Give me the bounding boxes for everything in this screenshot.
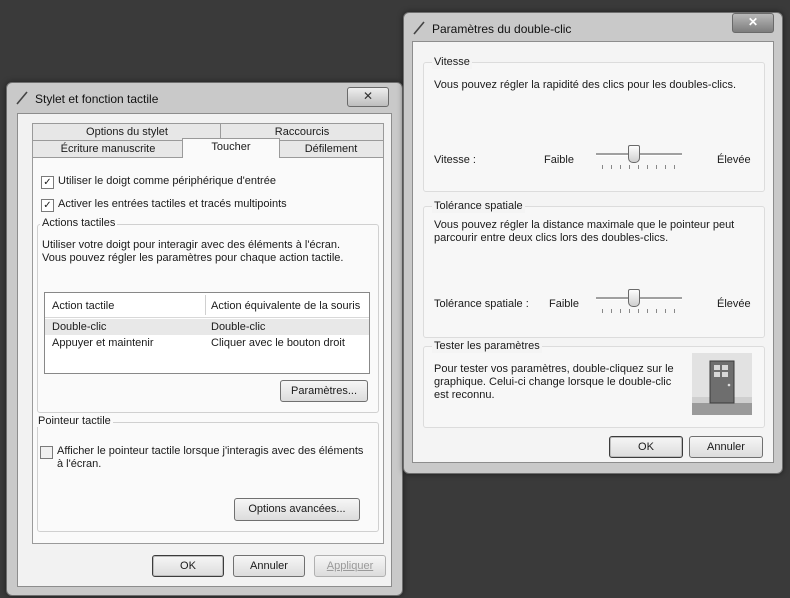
tolerance-low-label: Faible xyxy=(549,298,579,310)
tab-handwriting[interactable]: Écriture manuscrite xyxy=(32,140,184,157)
slider-thumb[interactable] xyxy=(628,145,640,163)
column-divider xyxy=(205,295,206,315)
checkmark-icon: ✓ xyxy=(41,199,54,212)
speed-high-label: Élevée xyxy=(717,154,751,166)
close-button[interactable]: ✕ xyxy=(732,13,774,33)
cell: Double-clic xyxy=(52,321,107,333)
label-line: à l'écran. xyxy=(57,458,102,470)
tolerance-high-label: Élevée xyxy=(717,298,751,310)
title-bar[interactable]: Paramètres du double-clic ✕ xyxy=(404,13,782,43)
description-line: parcourir entre deux clics lors des doub… xyxy=(434,232,669,244)
touch-pointer-group: Pointeur tactile Afficher le pointeur ta… xyxy=(36,415,379,532)
tab-touch[interactable]: Toucher xyxy=(182,138,280,158)
checkbox-label: Utiliser le doigt comme périphérique d'e… xyxy=(58,175,276,187)
column-header[interactable]: Action équivalente de la souris xyxy=(211,300,360,313)
list-header: Action tactile Action équivalente de la … xyxy=(45,293,369,318)
settings-button[interactable]: Paramètres... xyxy=(280,380,368,402)
double-click-settings-window: Paramètres du double-clic ✕ Vitesse Vous… xyxy=(403,12,783,474)
description-line: graphique. Celui-ci change lorsque le do… xyxy=(434,376,672,388)
pen-icon xyxy=(16,91,28,105)
tab-scrolling[interactable]: Défilement xyxy=(278,140,384,157)
close-icon: ✕ xyxy=(362,89,374,103)
pen-touch-window: Stylet et fonction tactile ✕ Options du … xyxy=(6,82,403,596)
touch-actions-group: Actions tactiles Utiliser votre doigt po… xyxy=(37,217,379,413)
touch-tab-panel: ✓ Utiliser le doigt comme périphérique d… xyxy=(32,157,384,544)
speed-group: Vitesse Vous pouvez régler la rapidité d… xyxy=(423,56,765,192)
ok-button[interactable]: OK xyxy=(609,436,683,458)
door-test-icon[interactable] xyxy=(692,353,752,415)
touch-actions-list[interactable]: Action tactile Action équivalente de la … xyxy=(44,292,370,374)
multitouch-checkbox[interactable]: ✓ Activer les entrées tactiles et tracés… xyxy=(41,198,287,212)
cell: Cliquer avec le bouton droit xyxy=(211,337,345,349)
slider-thumb[interactable] xyxy=(628,289,640,307)
cancel-button[interactable]: Annuler xyxy=(233,555,305,577)
spatial-tolerance-group: Tolérance spatiale Vous pouvez régler la… xyxy=(423,200,765,338)
group-legend: Vitesse xyxy=(432,56,472,69)
close-icon: ✕ xyxy=(747,15,759,29)
actions-description: Utiliser votre doigt pour interagir avec… xyxy=(42,239,343,265)
tolerance-label: Tolérance spatiale : xyxy=(434,298,529,310)
description-line: Vous pouvez régler les paramètres pour c… xyxy=(42,252,344,264)
slider-ticks xyxy=(602,165,675,169)
window-title: Stylet et fonction tactile xyxy=(35,92,159,106)
finger-input-checkbox[interactable]: ✓ Utiliser le doigt comme périphérique d… xyxy=(41,175,276,189)
group-legend: Pointeur tactile xyxy=(36,415,113,427)
description-line: Utiliser votre doigt pour interagir avec… xyxy=(42,239,341,251)
pen-icon xyxy=(413,21,425,35)
show-pointer-checkbox[interactable]: Afficher le pointeur tactile lorsque j'i… xyxy=(40,445,363,471)
description-line: Vous pouvez régler la distance maximale … xyxy=(434,219,735,231)
list-row[interactable]: Double-clic Double-clic xyxy=(45,319,369,335)
checkbox-box xyxy=(40,446,53,459)
checkmark-icon: ✓ xyxy=(41,176,54,189)
test-settings-group: Tester les paramètres Pour tester vos pa… xyxy=(423,340,765,428)
speed-low-label: Faible xyxy=(544,154,574,166)
label-line: Afficher le pointeur tactile lorsque j'i… xyxy=(57,445,364,457)
window-title: Paramètres du double-clic xyxy=(432,22,572,36)
test-description: Pour tester vos paramètres, double-cliqu… xyxy=(434,363,674,402)
description-line: Pour tester vos paramètres, double-cliqu… xyxy=(434,363,674,375)
group-legend: Tester les paramètres xyxy=(432,340,542,353)
column-header[interactable]: Action tactile xyxy=(52,300,114,313)
advanced-options-button[interactable]: Options avancées... xyxy=(234,498,360,521)
tolerance-slider[interactable] xyxy=(596,287,682,317)
list-row[interactable]: Appuyer et maintenir Cliquer avec le bou… xyxy=(45,335,369,351)
checkbox-label: Afficher le pointeur tactile lorsque j'i… xyxy=(57,445,363,471)
tolerance-description: Vous pouvez régler la distance maximale … xyxy=(434,219,734,245)
speed-description: Vous pouvez régler la rapidité des clics… xyxy=(434,79,737,91)
cancel-button[interactable]: Annuler xyxy=(689,436,763,458)
cell: Appuyer et maintenir xyxy=(52,337,154,349)
checkbox-label: Activer les entrées tactiles et tracés m… xyxy=(58,198,287,210)
ok-button[interactable]: OK xyxy=(152,555,224,577)
speed-slider[interactable] xyxy=(596,143,682,173)
description-line: est reconnu. xyxy=(434,389,495,401)
dialog-body: Vitesse Vous pouvez régler la rapidité d… xyxy=(412,41,774,463)
apply-button[interactable]: Appliquer xyxy=(314,555,386,577)
group-legend: Tolérance spatiale xyxy=(432,200,525,213)
dialog-body: Options du stylet Raccourcis Écriture ma… xyxy=(17,113,392,587)
speed-label: Vitesse : xyxy=(434,154,476,166)
slider-ticks xyxy=(602,309,675,313)
group-legend: Actions tactiles xyxy=(40,217,118,229)
close-button[interactable]: ✕ xyxy=(347,87,389,107)
title-bar[interactable]: Stylet et fonction tactile ✕ xyxy=(7,83,402,113)
cell: Double-clic xyxy=(211,321,266,333)
